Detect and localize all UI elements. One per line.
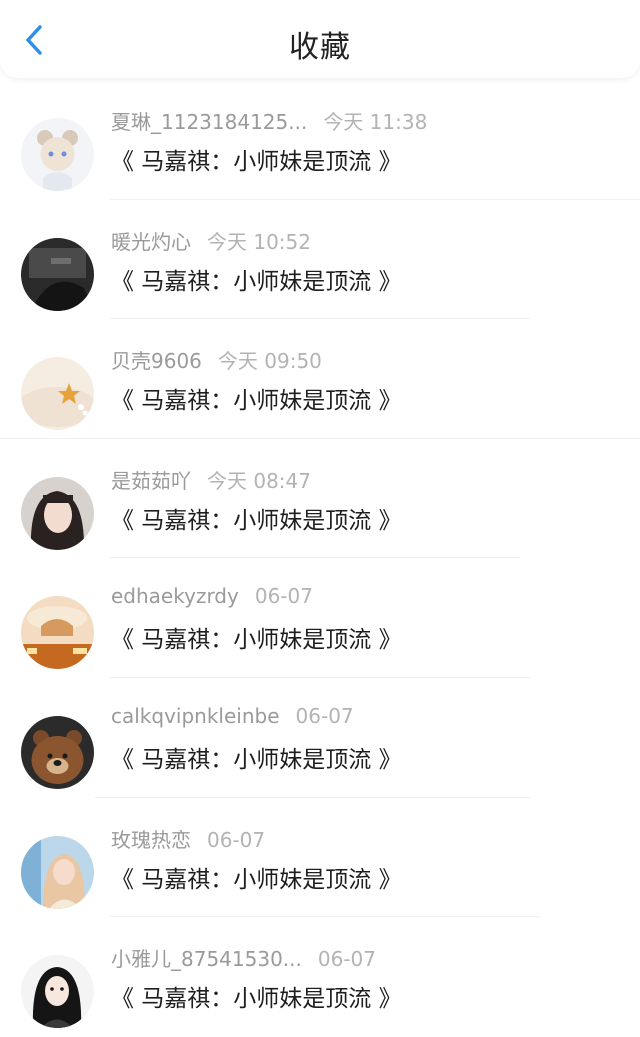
item-meta: 小雅儿_87541530... 06-07 <box>111 943 376 972</box>
page-title: 收藏 <box>289 30 351 65</box>
avatar[interactable] <box>21 835 94 909</box>
list-item[interactable]: edhaekyzrdy 06-07 《 马嘉祺：小师妹是顶流 》 <box>0 558 640 678</box>
top-bar: 收藏 <box>0 0 640 78</box>
book-title[interactable]: 《 马嘉祺：小师妹是顶流 》 <box>111 979 402 1013</box>
book-title[interactable]: 《 马嘉祺：小师妹是顶流 》 <box>111 501 402 535</box>
avatar[interactable] <box>21 118 94 191</box>
item-meta: 玫瑰热恋 06-07 <box>111 824 265 853</box>
username[interactable]: edhaekyzrdy <box>111 584 239 608</box>
username[interactable]: 是茹茹吖 <box>111 469 191 493</box>
item-meta: 是茹茹吖 今天 08:47 <box>111 465 311 494</box>
list-item[interactable]: 暖光灼心 今天 10:52 《 马嘉祺：小师妹是顶流 》 <box>0 200 640 320</box>
timestamp: 06-07 <box>317 947 376 972</box>
book-title[interactable]: 《 马嘉祺：小师妹是顶流 》 <box>111 740 402 774</box>
book-title[interactable]: 《 马嘉祺：小师妹是顶流 》 <box>111 262 402 296</box>
timestamp: 今天 09:50 <box>217 349 322 374</box>
item-meta: 夏琳_1123184125... 今天 11:38 <box>111 106 427 135</box>
timestamp: 今天 10:52 <box>207 229 311 254</box>
timestamp: 今天 11:38 <box>323 110 428 134</box>
username[interactable]: 贝壳9606 <box>111 349 202 373</box>
list-item[interactable]: 玫瑰热恋 06-07 《 马嘉祺：小师妹是顶流 》 <box>0 798 640 918</box>
username[interactable]: 暖光灼心 <box>111 230 191 254</box>
book-title[interactable]: 《 马嘉祺：小师妹是顶流 》 <box>111 620 402 654</box>
avatar[interactable] <box>21 357 94 431</box>
username[interactable]: 小雅儿_87541530... <box>111 947 302 971</box>
avatar[interactable] <box>21 955 94 1029</box>
favorites-list: 夏琳_1123184125... 今天 11:38 《 马嘉祺：小师妹是顶流 》 … <box>0 80 640 1037</box>
book-title[interactable]: 《 马嘉祺：小师妹是顶流 》 <box>111 860 402 894</box>
timestamp: 今天 08:47 <box>207 468 311 493</box>
list-item[interactable]: 是茹茹吖 今天 08:47 《 马嘉祺：小师妹是顶流 》 <box>0 439 640 559</box>
item-meta: edhaekyzrdy 06-07 <box>111 584 313 608</box>
avatar[interactable] <box>21 715 94 789</box>
book-title[interactable]: 《 马嘉祺：小师妹是顶流 》 <box>111 381 402 415</box>
avatar[interactable] <box>21 596 94 670</box>
list-item[interactable]: 夏琳_1123184125... 今天 11:38 《 马嘉祺：小师妹是顶流 》 <box>0 80 640 200</box>
avatar[interactable] <box>21 237 94 311</box>
item-meta: calkqvipnkleinbe 06-07 <box>111 704 354 728</box>
username[interactable]: 夏琳_1123184125... <box>111 110 307 134</box>
book-title[interactable]: 《 马嘉祺：小师妹是顶流 》 <box>111 142 402 176</box>
timestamp: 06-07 <box>254 584 313 609</box>
item-meta: 暖光灼心 今天 10:52 <box>111 226 311 255</box>
list-item[interactable]: calkqvipnkleinbe 06-07 《 马嘉祺：小师妹是顶流 》 <box>0 678 640 798</box>
timestamp: 06-07 <box>207 827 266 852</box>
timestamp: 06-07 <box>295 703 354 728</box>
list-item[interactable]: 小雅儿_87541530... 06-07 《 马嘉祺：小师妹是顶流 》 <box>0 917 640 1037</box>
avatar[interactable] <box>21 476 94 550</box>
username[interactable]: 玫瑰热恋 <box>111 828 191 852</box>
list-item[interactable]: 贝壳9606 今天 09:50 《 马嘉祺：小师妹是顶流 》 <box>0 319 640 439</box>
username[interactable]: calkqvipnkleinbe <box>111 704 280 728</box>
item-meta: 贝壳9606 今天 09:50 <box>111 345 322 374</box>
